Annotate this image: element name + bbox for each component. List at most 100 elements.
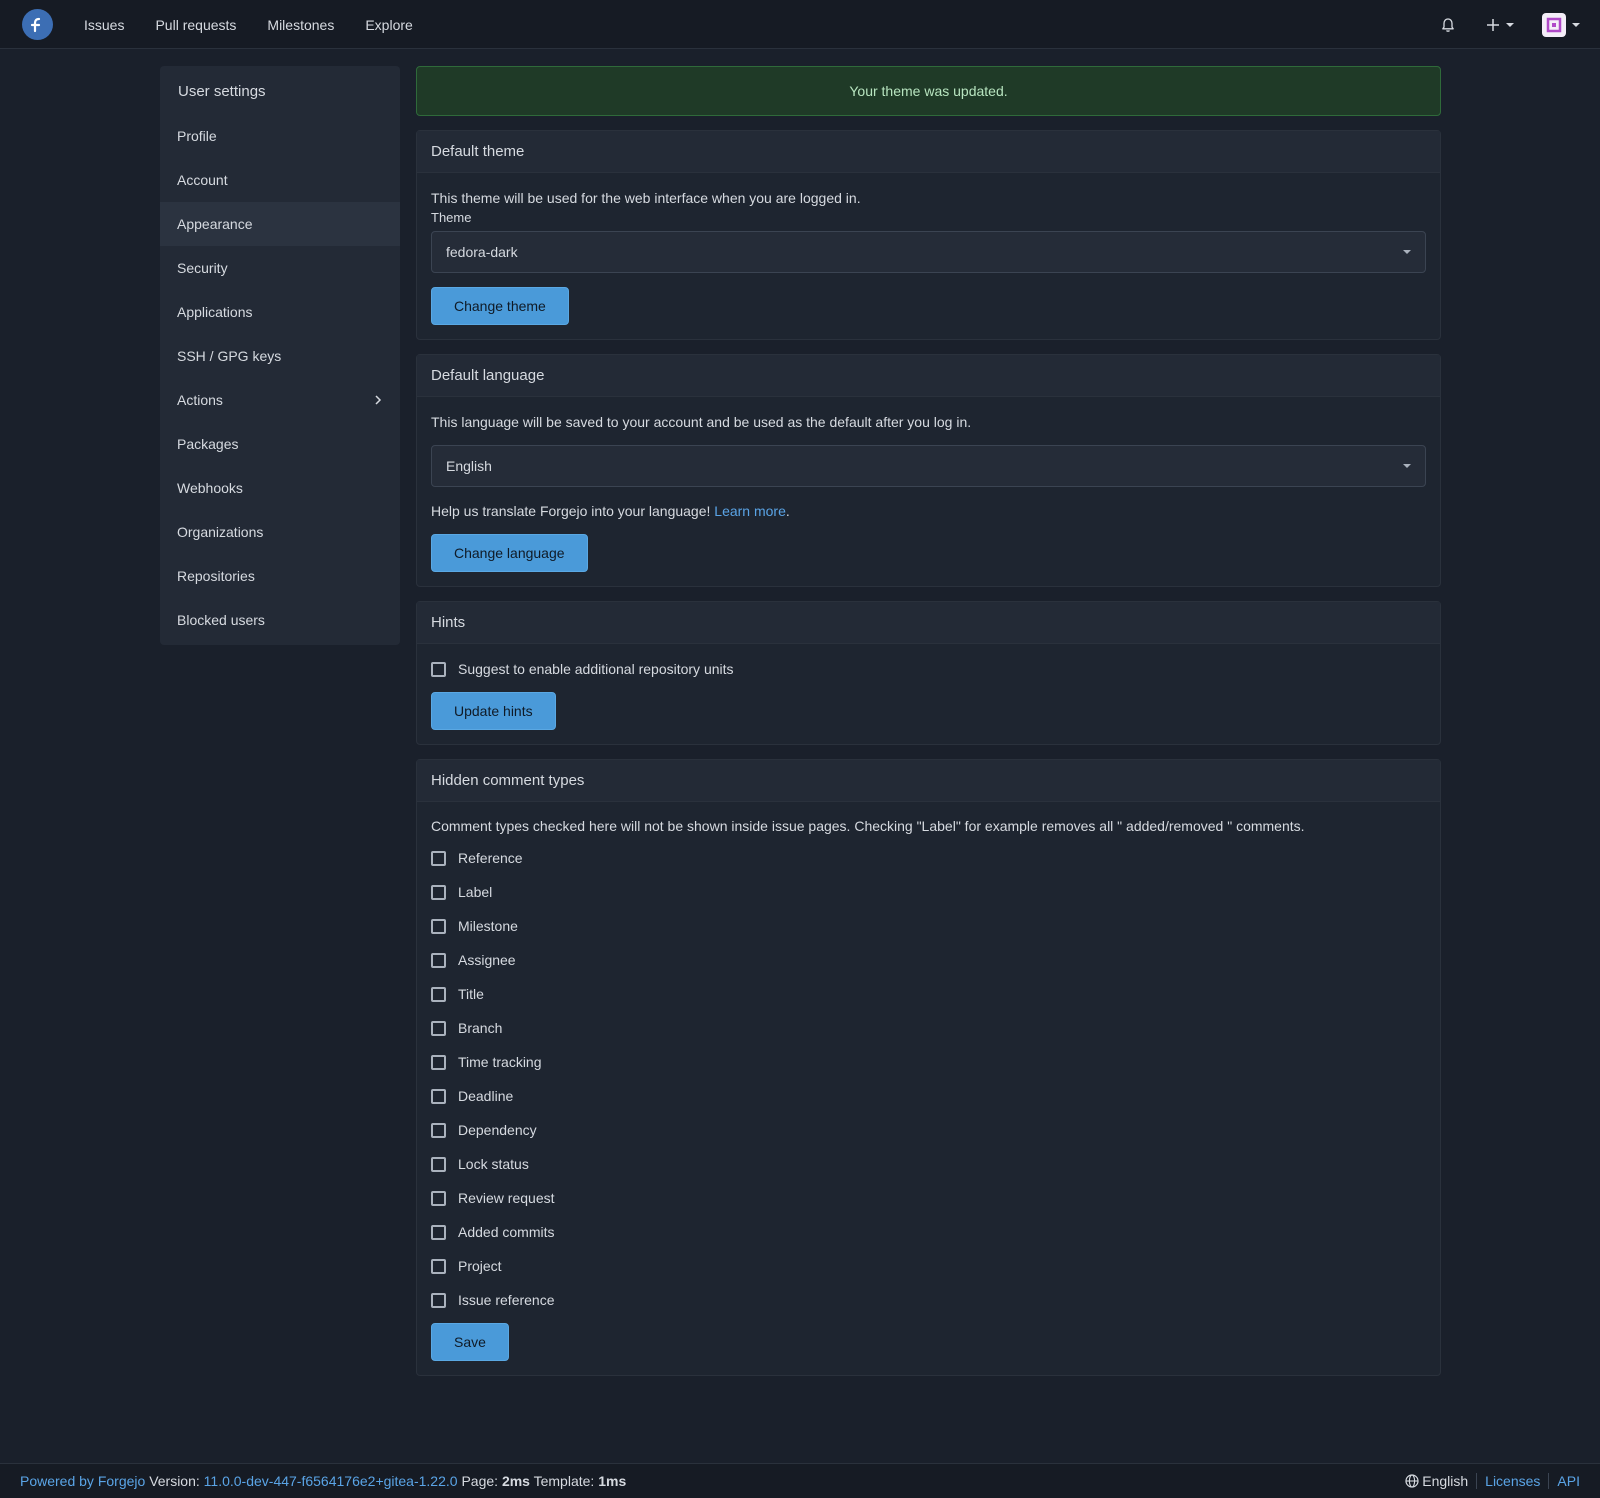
divider xyxy=(1476,1473,1478,1489)
change-language-button[interactable]: Change language xyxy=(431,534,588,572)
globe-icon xyxy=(1405,1474,1419,1488)
suggest-units-checkbox[interactable] xyxy=(431,661,446,677)
hidden-comments-panel-header: Hidden comment types xyxy=(417,760,1440,802)
forgejo-logo[interactable] xyxy=(22,9,53,40)
theme-description: This theme will be used for the web inte… xyxy=(431,190,861,206)
comment-type-row[interactable]: Branch xyxy=(431,1011,1426,1045)
comment-type-label: Lock status xyxy=(458,1156,529,1172)
comment-type-checkbox[interactable] xyxy=(431,1224,446,1240)
comment-type-label: Label xyxy=(458,884,493,900)
comment-type-row[interactable]: Reference xyxy=(431,841,1426,875)
comment-type-label: Title xyxy=(458,986,484,1002)
sidebar-item-actions[interactable]: Actions xyxy=(160,378,400,422)
translate-help-text: Help us translate Forgejo into your lang… xyxy=(431,502,1426,520)
licenses-link[interactable]: Licenses xyxy=(1485,1473,1540,1489)
comment-type-row[interactable]: Review request xyxy=(431,1181,1426,1215)
language-panel: Default language This language will be s… xyxy=(416,354,1441,587)
comment-type-checkbox[interactable] xyxy=(431,1020,446,1036)
template-time-label: Template: xyxy=(533,1473,595,1489)
chevron-down-icon xyxy=(1572,22,1580,27)
footer-right: English Licenses API xyxy=(1405,1473,1580,1489)
sidebar-item-webhooks[interactable]: Webhooks xyxy=(160,466,400,510)
comment-type-row[interactable]: Time tracking xyxy=(431,1045,1426,1079)
nav-issues[interactable]: Issues xyxy=(84,17,124,33)
comment-type-checkbox[interactable] xyxy=(431,1190,446,1206)
powered-by-link[interactable]: Powered by Forgejo xyxy=(20,1473,145,1489)
language-select[interactable]: English xyxy=(431,445,1426,487)
comment-type-label: Project xyxy=(458,1258,502,1274)
comment-type-checkbox[interactable] xyxy=(431,850,446,866)
comment-type-checkbox[interactable] xyxy=(431,952,446,968)
footer-language-label: English xyxy=(1422,1473,1469,1489)
comment-type-row[interactable]: Added commits xyxy=(431,1215,1426,1249)
suggest-units-label: Suggest to enable additional repository … xyxy=(458,661,734,677)
sidebar-item-security[interactable]: Security xyxy=(160,246,400,290)
sidebar-item-label: SSH / GPG keys xyxy=(177,348,282,364)
comment-type-checkbox[interactable] xyxy=(431,986,446,1002)
sidebar-item-packages[interactable]: Packages xyxy=(160,422,400,466)
comment-type-checkbox[interactable] xyxy=(431,918,446,934)
change-theme-button[interactable]: Change theme xyxy=(431,287,569,325)
comment-type-checkbox[interactable] xyxy=(431,884,446,900)
comment-type-checkbox[interactable] xyxy=(431,1122,446,1138)
suggest-units-checkbox-row[interactable]: Suggest to enable additional repository … xyxy=(431,652,1426,686)
user-menu-button[interactable] xyxy=(1542,12,1580,37)
comment-type-checkbox[interactable] xyxy=(431,1054,446,1070)
nav-explore[interactable]: Explore xyxy=(365,17,412,33)
comment-type-checkbox[interactable] xyxy=(431,1088,446,1104)
plus-icon xyxy=(1487,18,1499,31)
sidebar-item-profile[interactable]: Profile xyxy=(160,114,400,158)
create-new-button[interactable] xyxy=(1486,18,1514,32)
hidden-comments-description: Comment types checked here will not be s… xyxy=(431,818,1305,834)
api-link[interactable]: API xyxy=(1557,1473,1580,1489)
update-hints-button[interactable]: Update hints xyxy=(431,692,556,730)
sidebar-item-label: Account xyxy=(177,172,228,188)
sidebar-item-repositories[interactable]: Repositories xyxy=(160,554,400,598)
comment-type-label: Issue reference xyxy=(458,1292,555,1308)
translate-help-prefix: Help us translate Forgejo into your lang… xyxy=(431,503,715,519)
comment-type-row[interactable]: Dependency xyxy=(431,1113,1426,1147)
avatar xyxy=(1542,12,1566,37)
identicon-icon xyxy=(1546,17,1562,32)
nav-pull-requests[interactable]: Pull requests xyxy=(155,17,236,33)
sidebar-item-label: Profile xyxy=(177,128,217,144)
hidden-comments-panel: Hidden comment types Comment types check… xyxy=(416,759,1441,1376)
version-link[interactable]: 11.0.0-dev-447-f6564176e2+gitea-1.22.0 xyxy=(204,1473,458,1489)
comment-type-row[interactable]: Deadline xyxy=(431,1079,1426,1113)
footer-left: Powered by Forgejo Version: 11.0.0-dev-4… xyxy=(20,1473,626,1489)
comment-type-row[interactable]: Issue reference xyxy=(431,1283,1426,1317)
sidebar-item-label: Webhooks xyxy=(177,480,243,496)
sidebar-item-ssh-gpg-keys[interactable]: SSH / GPG keys xyxy=(160,334,400,378)
comment-type-row[interactable]: Project xyxy=(431,1249,1426,1283)
comment-type-row[interactable]: Label xyxy=(431,875,1426,909)
comment-type-row[interactable]: Lock status xyxy=(431,1147,1426,1181)
notifications-button[interactable] xyxy=(1440,17,1456,33)
learn-more-link[interactable]: Learn more xyxy=(714,503,786,519)
comment-type-row[interactable]: Title xyxy=(431,977,1426,1011)
comment-type-label: Deadline xyxy=(458,1088,514,1104)
sidebar-item-label: Repositories xyxy=(177,568,255,584)
dropdown-caret-icon xyxy=(1403,464,1411,468)
theme-select[interactable]: fedora-dark xyxy=(431,231,1426,273)
comment-type-label: Added commits xyxy=(458,1224,555,1240)
chevron-down-icon xyxy=(1506,22,1514,27)
save-button[interactable]: Save xyxy=(431,1323,509,1361)
nav-right xyxy=(1440,0,1580,49)
comment-type-row[interactable]: Assignee xyxy=(431,943,1426,977)
sidebar-item-applications[interactable]: Applications xyxy=(160,290,400,334)
comment-type-checkbox[interactable] xyxy=(431,1258,446,1274)
theme-select-value: fedora-dark xyxy=(446,244,518,260)
language-select-value: English xyxy=(446,458,492,474)
comment-type-checkbox[interactable] xyxy=(431,1292,446,1308)
nav-milestones[interactable]: Milestones xyxy=(267,17,334,33)
sidebar-item-organizations[interactable]: Organizations xyxy=(160,510,400,554)
sidebar-title: User settings xyxy=(178,83,266,100)
sidebar-item-appearance[interactable]: Appearance xyxy=(160,202,400,246)
sidebar-item-label: Blocked users xyxy=(177,612,265,628)
comment-type-checkbox[interactable] xyxy=(431,1156,446,1172)
sidebar-item-label: Applications xyxy=(177,304,253,320)
comment-type-row[interactable]: Milestone xyxy=(431,909,1426,943)
sidebar-item-blocked-users[interactable]: Blocked users xyxy=(160,598,400,642)
language-menu[interactable]: English xyxy=(1405,1473,1468,1489)
sidebar-item-account[interactable]: Account xyxy=(160,158,400,202)
